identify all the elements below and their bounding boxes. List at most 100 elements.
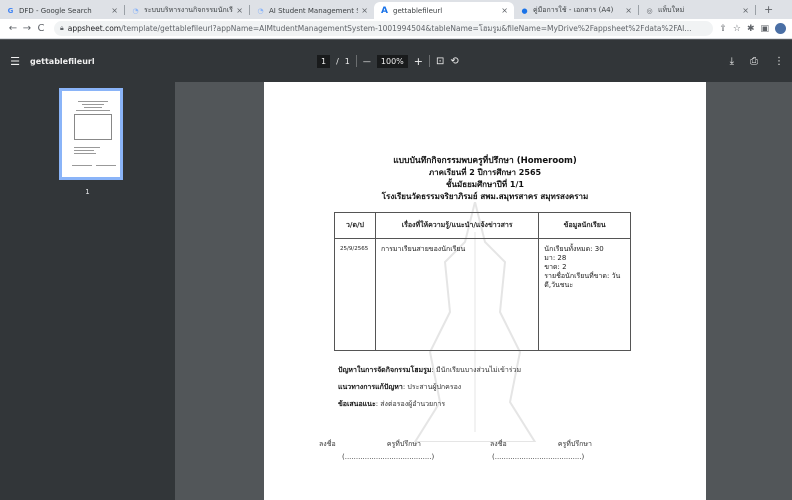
thumbnail-preview	[66, 95, 116, 173]
document-school: โรงเรียนวัดธรรมจริยาภิรมย์ สพม.สมุทรสาคร…	[381, 192, 589, 201]
tab-gettablefileurl[interactable]: A gettablefileurl ×	[374, 2, 514, 19]
tab-title: gettablefileurl	[393, 6, 443, 15]
lock-icon: 🔒︎	[60, 24, 64, 32]
page-number-input[interactable]: 1	[317, 54, 331, 68]
thumb-line	[84, 107, 102, 108]
info-line: รายชื่อนักเรียนที่ขาด: วัน	[544, 272, 621, 280]
column-header-date: ว/ด/ป	[334, 212, 376, 239]
appsheet-a-icon: A	[381, 5, 388, 16]
thumb-line	[74, 150, 94, 151]
close-tab-icon[interactable]: ×	[625, 6, 632, 15]
solution-label: แนวทางการแก้ปัญหา	[338, 383, 403, 391]
zoom-out-button[interactable]: —	[363, 57, 371, 66]
table-row: 25/9/2565 การมาเรียนสายของนักเรียน นักเร…	[334, 238, 631, 351]
appsheet-icon: ◔	[132, 6, 139, 15]
navigation-bar: ← → C 🔒︎ appsheet.com/template/gettablef…	[0, 19, 792, 39]
extensions-puzzle-icon[interactable]: ✱	[747, 24, 755, 34]
fit-to-page-icon[interactable]: ⊡	[436, 56, 444, 67]
forward-icon[interactable]: →	[20, 23, 34, 34]
url-host: appsheet.com	[67, 24, 122, 33]
bookmark-star-icon[interactable]: ☆	[733, 24, 741, 34]
suggestion-note: ข้อเสนอแนะ: ส่งต่อรองผู้อำนวยการ	[338, 399, 445, 410]
profile-avatar[interactable]	[775, 23, 786, 34]
thumbnail-page-number: 1	[85, 188, 90, 196]
thumb-line	[72, 165, 92, 166]
new-tab-button[interactable]: +	[756, 3, 781, 16]
thumb-line	[82, 104, 104, 105]
cell-student-info: นักเรียนทั้งหมด: 30 มา: 28 ขาด: 2 รายชื่…	[538, 238, 631, 351]
close-tab-icon[interactable]: ×	[236, 6, 243, 15]
tab-title: แท็บใหม่	[658, 6, 685, 14]
sidepanel-icon[interactable]: ▣	[760, 24, 769, 34]
thumb-line	[76, 110, 110, 111]
pdf-page: แบบบันทึกกิจกรรมพบครูที่ปรึกษา (Homeroom…	[264, 82, 706, 500]
thumb-line	[96, 165, 116, 166]
print-icon[interactable]: ⎙	[750, 56, 758, 67]
close-tab-icon[interactable]: ×	[742, 6, 749, 15]
info-line: ดี,วันชนะ	[544, 281, 574, 289]
menu-icon[interactable]: ☰	[0, 55, 30, 68]
close-tab-icon[interactable]: ×	[501, 6, 508, 15]
suggestion-text: : ส่งต่อรองผู้อำนวยการ	[375, 400, 446, 408]
thumb-line	[74, 153, 96, 154]
more-options-icon[interactable]: ⋮	[774, 56, 784, 67]
tab-user-manual[interactable]: ● คู่มือการใช้ - เอกสาร (A4) ×	[514, 2, 638, 19]
thumb-line	[78, 101, 108, 102]
tab-ai-student-management[interactable]: ◔ AI Student Management Sy ×	[250, 2, 374, 19]
url-path: /template/gettablefileurl?appName=AIMtud…	[121, 23, 692, 33]
suggestion-label: ข้อเสนอแนะ	[338, 400, 376, 408]
thumb-table	[74, 114, 112, 140]
pdf-document-title: gettablefileurl	[30, 56, 95, 66]
thumb-line	[74, 147, 100, 148]
solution-note: แนวทางการแก้ปัญหา: ประสานผู้ปกครอง	[338, 382, 461, 393]
info-line: มา: 28	[544, 254, 567, 262]
web-icon: ●	[521, 6, 528, 15]
zoom-in-button[interactable]: +	[414, 55, 423, 68]
page-separator: /	[336, 56, 339, 66]
cell-topic: การมาเรียนสายของนักเรียน	[374, 238, 540, 351]
tab-new-tab[interactable]: ◎ แท็บใหม่ ×	[639, 2, 755, 19]
column-header-student-info: ข้อมูลนักเรียน	[538, 212, 631, 239]
chrome-icon: ◎	[646, 6, 653, 15]
download-icon[interactable]: ⤓	[730, 56, 734, 67]
column-header-topic: เรื่องที่ให้ความรู้/แนะนำ/แจ้งข่าวสาร	[374, 212, 540, 239]
tab-student-activity-system[interactable]: ◔ ระบบบริหารงานกิจกรรมนักเรียน ×	[125, 2, 249, 19]
cell-date: 25/9/2565	[334, 238, 376, 351]
tab-title: DFD - Google Search	[19, 6, 92, 15]
close-tab-icon[interactable]: ×	[361, 6, 368, 15]
rotate-icon[interactable]: ⟲	[450, 56, 458, 67]
problem-text: : มีนักเรียนบางส่วนไม่เข้าร่วม	[431, 366, 522, 374]
document-title: แบบบันทึกกิจกรรมพบครูที่ปรึกษา (Homeroom…	[393, 156, 577, 166]
toolbar-divider	[428, 55, 430, 67]
info-line: ขาด: 2	[544, 263, 567, 271]
thumbnail-sidebar: 1	[0, 82, 175, 500]
address-bar[interactable]: 🔒︎ appsheet.com/template/gettablefileurl…	[54, 21, 714, 36]
tab-title: ระบบบริหารงานกิจกรรมนักเรียน	[144, 6, 234, 14]
pdf-page-zoom-controls: 1 / 1 — 100% + ⊡ ⟲	[317, 40, 459, 82]
browser-tab-strip: G DFD - Google Search × ◔ ระบบบริหารงานก…	[0, 0, 792, 19]
zoom-level-input[interactable]: 100%	[376, 54, 408, 68]
share-icon[interactable]: ⇪	[719, 24, 727, 34]
problem-label: ปัญหาในการจัดกิจกรรมโฮมรูม	[338, 366, 432, 374]
pdf-right-actions: ⤓ ⎙ ⋮	[730, 40, 784, 82]
page-total: 1	[344, 56, 350, 66]
browser-actions: ⇪ ☆ ✱ ▣	[719, 23, 786, 34]
google-icon: G	[7, 6, 14, 15]
tab-title: คู่มือการใช้ - เอกสาร (A4)	[533, 6, 614, 14]
homeroom-record-table: ว/ด/ป เรื่องที่ให้ความรู้/แนะนำ/แจ้งข่าว…	[334, 212, 631, 351]
close-tab-icon[interactable]: ×	[111, 6, 118, 15]
back-icon[interactable]: ←	[6, 23, 20, 34]
toolbar-divider	[355, 55, 357, 67]
problem-note: ปัญหาในการจัดกิจกรรมโฮมรูม: มีนักเรียนบา…	[338, 365, 521, 376]
reload-icon[interactable]: C	[34, 23, 48, 34]
page-thumbnail[interactable]	[59, 88, 123, 180]
solution-text: : ประสานผู้ปกครอง	[402, 383, 462, 391]
signature-left: ลงชื่อ ครูที่ปรึกษา	[319, 440, 421, 448]
signature-right: ลงชื่อ ครูที่ปรึกษา	[490, 440, 592, 448]
pdf-toolbar: ☰ gettablefileurl 1 / 1 — 100% + ⊡ ⟲ ⤓ ⎙…	[0, 40, 792, 82]
tab-dfd-google-search[interactable]: G DFD - Google Search ×	[0, 2, 124, 19]
signature-right-name-line: (.......................................…	[492, 453, 585, 461]
tab-title: AI Student Management Sy	[269, 6, 359, 15]
appsheet-icon: ◔	[257, 6, 264, 15]
info-line: นักเรียนทั้งหมด: 30	[544, 245, 604, 253]
